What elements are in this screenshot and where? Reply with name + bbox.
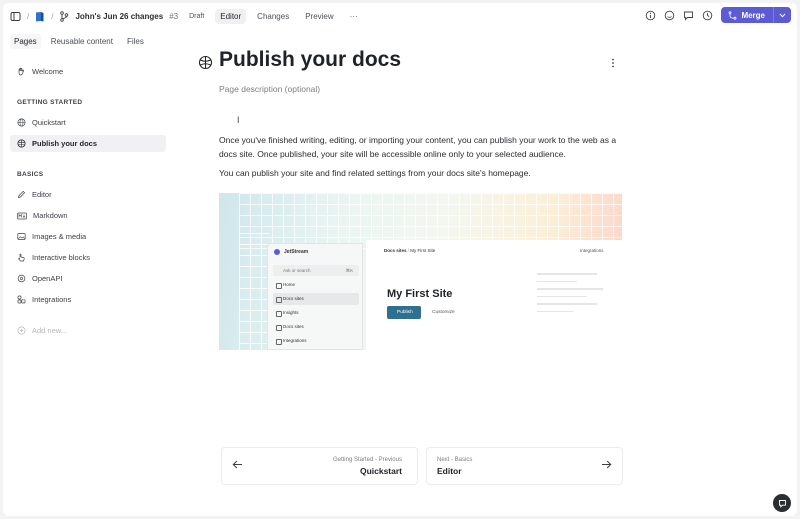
status-badge: Draft (189, 12, 205, 20)
decorative-grid (239, 233, 269, 350)
sidebar-item-quickstart[interactable]: Quickstart (10, 114, 166, 131)
sidebar-item-label: OpenAPI (32, 274, 63, 283)
space-book-icon[interactable] (35, 11, 45, 22)
sidebar-item-interactive-blocks[interactable]: Interactive blocks (10, 249, 166, 266)
breadcrumb-separator: / (51, 11, 54, 21)
mock-publish-button: Publish (387, 306, 421, 319)
mock-crumb-page: My First Site (410, 248, 436, 253)
mock-breadcrumb: Docs sites / My First Site (384, 248, 436, 253)
change-request-number: #3 (169, 11, 179, 21)
section-heading-basics: BASICS (17, 171, 44, 178)
top-bar: / / John's Jun 26 changes #3 Draft Edito… (3, 3, 797, 29)
sidebar-item-label: Editor (32, 190, 52, 199)
help-chat-icon (778, 499, 787, 508)
paragraph[interactable]: Once you've finished writing, editing, o… (219, 133, 627, 161)
mock-nav-item: Docs sites (273, 321, 359, 333)
merge-dropdown-chevron-icon[interactable] (773, 7, 791, 23)
mock-search-text: Ask or search (283, 268, 311, 273)
tab-reusable-content[interactable]: Reusable content (47, 34, 117, 49)
previous-title: Quickstart (359, 466, 402, 476)
next-title: Editor (437, 466, 462, 476)
branch-icon (59, 10, 69, 22)
sidebar-item-openapi[interactable]: OpenAPI (10, 270, 166, 287)
mock-crumb-root: Docs sites (384, 248, 407, 253)
sidebar-item-label: Welcome (32, 67, 64, 76)
hand-wave-icon (17, 67, 26, 76)
text-cursor-icon: I (237, 115, 240, 125)
hero-image: JetStream Ask or search ⌘K Home Docs sit… (219, 193, 622, 350)
change-request-title[interactable]: John's Jun 26 changes (75, 12, 163, 21)
globe-icon (17, 118, 26, 127)
previous-sublabel: Getting Started - Previous (332, 457, 402, 463)
pencil-icon (17, 190, 26, 199)
tab-editor[interactable]: Editor (215, 8, 247, 24)
breadcrumb-separator: / (27, 11, 30, 21)
mock-placeholder-lines (537, 273, 607, 343)
mock-sidebar: JetStream Ask or search ⌘K Home Docs sit… (267, 243, 363, 350)
info-icon[interactable] (645, 10, 656, 21)
globe-network-icon[interactable] (198, 55, 213, 70)
merge-icon (728, 10, 737, 20)
add-reaction-icon[interactable] (664, 10, 675, 21)
sidebar-item-label: Markdown (33, 211, 68, 220)
pointer-hand-icon (17, 253, 26, 262)
arrow-left-icon (232, 460, 243, 469)
tab-changes[interactable]: Changes (252, 9, 294, 24)
page-title[interactable]: Publish your docs (219, 48, 401, 72)
sidebar-item-welcome[interactable]: Welcome (10, 63, 166, 80)
sidebar-item-label: Images & media (32, 232, 87, 241)
sidebar-item-publish-your-docs[interactable]: Publish your docs (10, 135, 166, 152)
sidebar-item-integrations[interactable]: Integrations (10, 291, 166, 308)
sidebar-tabs: Pages Reusable content Files (3, 30, 166, 49)
plus-circle-icon (17, 326, 26, 335)
mock-customize: Customize (432, 310, 455, 315)
sidebar-item-editor[interactable]: Editor (10, 186, 166, 203)
sidebar-item-markdown[interactable]: Markdown (10, 207, 166, 224)
comment-icon[interactable] (683, 10, 694, 21)
more-options-button[interactable]: ··· (345, 9, 363, 24)
mock-search: Ask or search ⌘K (273, 265, 359, 276)
previous-page-link[interactable]: Getting Started - Previous Quickstart (221, 447, 418, 485)
mock-nav-item: Home (273, 279, 359, 291)
sidebar-toggle-icon[interactable] (10, 11, 21, 22)
sidebar: Pages Reusable content Files Welcome GET… (3, 30, 166, 516)
sidebar-item-label: Integrations (32, 295, 72, 304)
mock-brand-name: JetStream (284, 249, 309, 255)
paragraph[interactable]: You can publish your site and find relat… (219, 166, 627, 180)
sidebar-item-label: Publish your docs (32, 139, 98, 148)
sidebar-item-label: Interactive blocks (32, 253, 90, 262)
page-description-field[interactable]: Page description (optional) (219, 84, 320, 94)
mock-nav-item: Docs sites (273, 293, 359, 305)
mock-brand: JetStream (274, 249, 308, 255)
mock-nav-item: Insights (273, 307, 359, 319)
mock-integrations: Integrations (580, 248, 604, 253)
mock-nav-item: Integrations (273, 335, 359, 347)
add-new-button[interactable]: Add new... (10, 322, 166, 339)
mock-search-shortcut: ⌘K (345, 268, 353, 273)
mock-site-title: My First Site (387, 288, 453, 300)
globe-network-icon (17, 139, 26, 148)
integrations-icon (17, 295, 26, 304)
merge-button[interactable]: Merge (721, 7, 791, 23)
add-new-label: Add new... (32, 326, 68, 335)
app-window: / / John's Jun 26 changes #3 Draft Edito… (3, 3, 797, 516)
merge-label: Merge (741, 10, 765, 20)
image-icon (17, 232, 26, 241)
next-sublabel: Next - Basics (437, 457, 473, 463)
next-page-link[interactable]: Next - Basics Editor (426, 447, 623, 485)
openapi-icon (17, 274, 26, 283)
arrow-right-icon (601, 460, 612, 469)
tab-preview[interactable]: Preview (300, 9, 338, 24)
section-heading-getting-started: GETTING STARTED (17, 99, 83, 106)
tab-pages[interactable]: Pages (10, 34, 41, 49)
page-content: Publish your docs Page description (opti… (193, 30, 797, 516)
history-icon[interactable] (702, 10, 713, 21)
help-button[interactable] (773, 494, 791, 512)
page-options-kebab-icon[interactable] (611, 58, 615, 68)
sidebar-item-images-media[interactable]: Images & media (10, 228, 166, 245)
sidebar-item-label: Quickstart (32, 118, 66, 127)
tab-files[interactable]: Files (123, 34, 148, 49)
markdown-icon (17, 212, 27, 220)
